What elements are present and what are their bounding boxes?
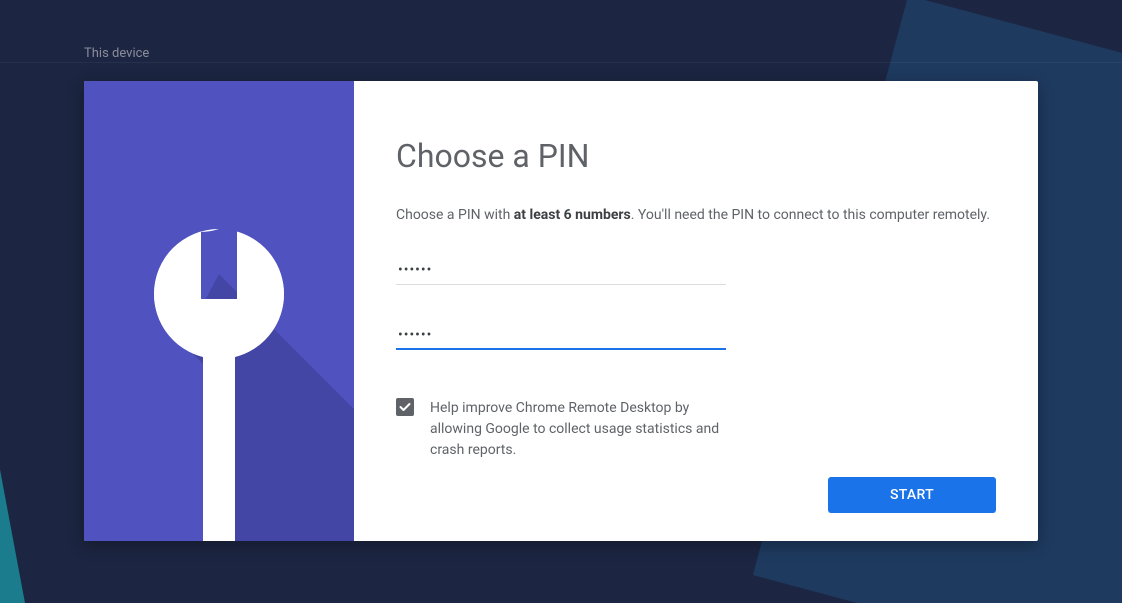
pin-input[interactable]: [396, 256, 726, 285]
breadcrumb: This device: [84, 0, 1038, 81]
description-text: Choose a PIN with at least 6 numbers. Yo…: [396, 205, 996, 226]
usage-stats-checkbox[interactable]: [396, 398, 414, 416]
start-button[interactable]: START: [828, 477, 996, 513]
page-title: Choose a PIN: [396, 137, 996, 175]
confirm-pin-input-wrapper: [396, 321, 996, 350]
confirm-pin-input[interactable]: [396, 321, 726, 350]
usage-stats-label: Help improve Chrome Remote Desktop by al…: [430, 398, 740, 461]
checkmark-icon: [398, 400, 412, 414]
pin-input-wrapper: [396, 256, 996, 285]
card-illustration-panel: [84, 81, 354, 541]
button-row: START: [396, 477, 996, 513]
wrench-icon: [84, 81, 354, 541]
usage-stats-checkbox-row: Help improve Chrome Remote Desktop by al…: [396, 398, 996, 461]
card-content-panel: Choose a PIN Choose a PIN with at least …: [354, 81, 1038, 541]
setup-card: Choose a PIN Choose a PIN with at least …: [84, 81, 1038, 541]
page-wrapper: This device: [0, 0, 1122, 603]
